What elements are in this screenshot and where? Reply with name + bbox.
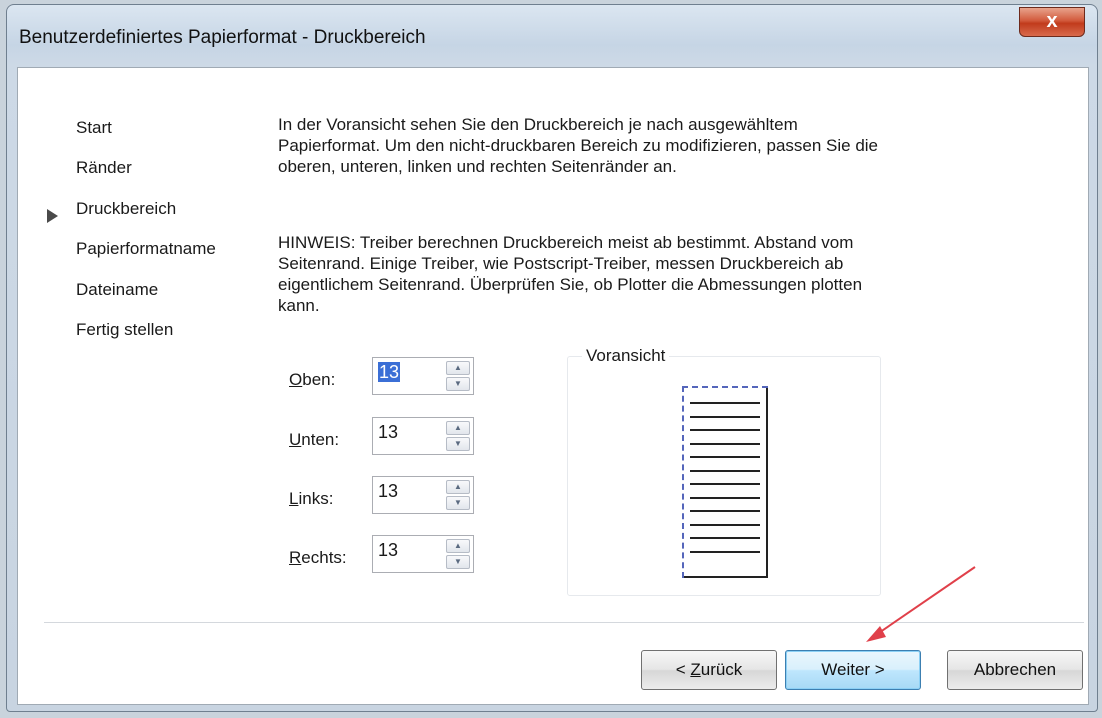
note-text: HINWEIS: Treiber berechnen Druckbereich … xyxy=(278,233,863,315)
dialog-content: Start Ränder Druckbereich Papierformatna… xyxy=(17,67,1089,705)
preview-text-line xyxy=(690,429,760,431)
back-button-label: urück xyxy=(700,660,743,679)
preview-text-line xyxy=(690,456,760,458)
preview-text-line xyxy=(690,537,760,539)
top-margin-label: Oben: xyxy=(289,370,335,390)
preview-left-margin-dash xyxy=(682,386,684,578)
step-fertig-stellen: Fertig stellen xyxy=(76,320,174,339)
right-margin-accesskey: R xyxy=(289,548,302,567)
left-margin-up-icon[interactable]: ▲ xyxy=(446,480,470,494)
left-margin-spinner[interactable]: 13 ▲ ▼ xyxy=(372,476,474,514)
right-margin-up-icon[interactable]: ▲ xyxy=(446,539,470,553)
bottom-margin-spin-buttons: ▲ ▼ xyxy=(446,421,470,451)
step-papierformatname: Papierformatname xyxy=(76,239,216,258)
left-margin-label: Links: xyxy=(289,489,333,509)
back-button-prefix: < xyxy=(675,660,691,679)
right-margin-label-text: echts: xyxy=(301,548,347,567)
top-margin-spin-buttons: ▲ ▼ xyxy=(446,361,470,391)
current-step-arrow-icon xyxy=(47,209,58,223)
top-margin-spinner[interactable]: 13 ▲ ▼ xyxy=(372,357,474,395)
close-icon: x xyxy=(1046,10,1058,32)
preview-text-line xyxy=(690,415,760,418)
cancel-button-label: Abbrechen xyxy=(973,660,1057,679)
preview-text-line xyxy=(690,483,760,485)
window-title: Benutzerdefiniertes Papierformat - Druck… xyxy=(19,27,426,48)
preview-text-line xyxy=(690,550,760,553)
title-bar[interactable]: Benutzerdefiniertes Papierformat - Druck… xyxy=(7,5,1097,67)
preview-text-line xyxy=(690,510,760,512)
preview-label: Voransicht xyxy=(582,346,670,366)
top-margin-up-icon[interactable]: ▲ xyxy=(446,361,470,375)
right-margin-label: Rechts: xyxy=(289,548,347,568)
step-start: Start xyxy=(76,118,112,137)
left-margin-value[interactable]: 13 xyxy=(378,481,398,501)
step-druckbereich: Druckbereich xyxy=(76,199,177,218)
preview-text-line xyxy=(690,469,760,472)
preview-top-margin-dash xyxy=(682,386,768,388)
close-button[interactable]: x xyxy=(1019,7,1085,37)
right-margin-spinner[interactable]: 13 ▲ ▼ xyxy=(372,535,474,573)
intro-text: In der Voransicht sehen Sie den Druckber… xyxy=(278,115,879,176)
left-margin-down-icon[interactable]: ▼ xyxy=(446,496,470,510)
back-button[interactable]: < Zurück xyxy=(641,650,777,690)
cancel-button[interactable]: Abbrechen xyxy=(947,650,1083,690)
step-dateiname: Dateiname xyxy=(76,280,159,299)
left-margin-spin-buttons: ▲ ▼ xyxy=(446,480,470,510)
left-margin-label-text: inks: xyxy=(298,489,334,508)
top-margin-down-icon[interactable]: ▼ xyxy=(446,377,470,391)
preview-text-line xyxy=(690,496,760,499)
top-margin-label-text: ben: xyxy=(302,370,336,389)
next-button[interactable]: Weiter > xyxy=(785,650,921,690)
preview-text-line xyxy=(690,402,760,404)
bottom-margin-value[interactable]: 13 xyxy=(378,422,398,442)
right-margin-value[interactable]: 13 xyxy=(378,540,398,560)
preview-text-line xyxy=(690,523,760,526)
bottom-margin-label: Unten: xyxy=(289,430,339,450)
bottom-margin-up-icon[interactable]: ▲ xyxy=(446,421,470,435)
bottom-margin-spinner[interactable]: 13 ▲ ▼ xyxy=(372,417,474,455)
preview-text-line xyxy=(690,442,760,445)
right-margin-down-icon[interactable]: ▼ xyxy=(446,555,470,569)
back-button-accesskey: Z xyxy=(690,660,701,679)
separator-line xyxy=(44,622,1084,624)
top-margin-accesskey: O xyxy=(289,370,303,389)
bottom-margin-accesskey: U xyxy=(289,430,302,449)
right-margin-spin-buttons: ▲ ▼ xyxy=(446,539,470,569)
bottom-margin-label-text: nten: xyxy=(301,430,340,449)
bottom-margin-down-icon[interactable]: ▼ xyxy=(446,437,470,451)
step-raender: Ränder xyxy=(76,158,132,177)
top-margin-value[interactable]: 13 xyxy=(378,362,401,382)
dialog-window: Benutzerdefiniertes Papierformat - Druck… xyxy=(6,4,1098,712)
next-button-label: Weiter > xyxy=(821,660,885,679)
